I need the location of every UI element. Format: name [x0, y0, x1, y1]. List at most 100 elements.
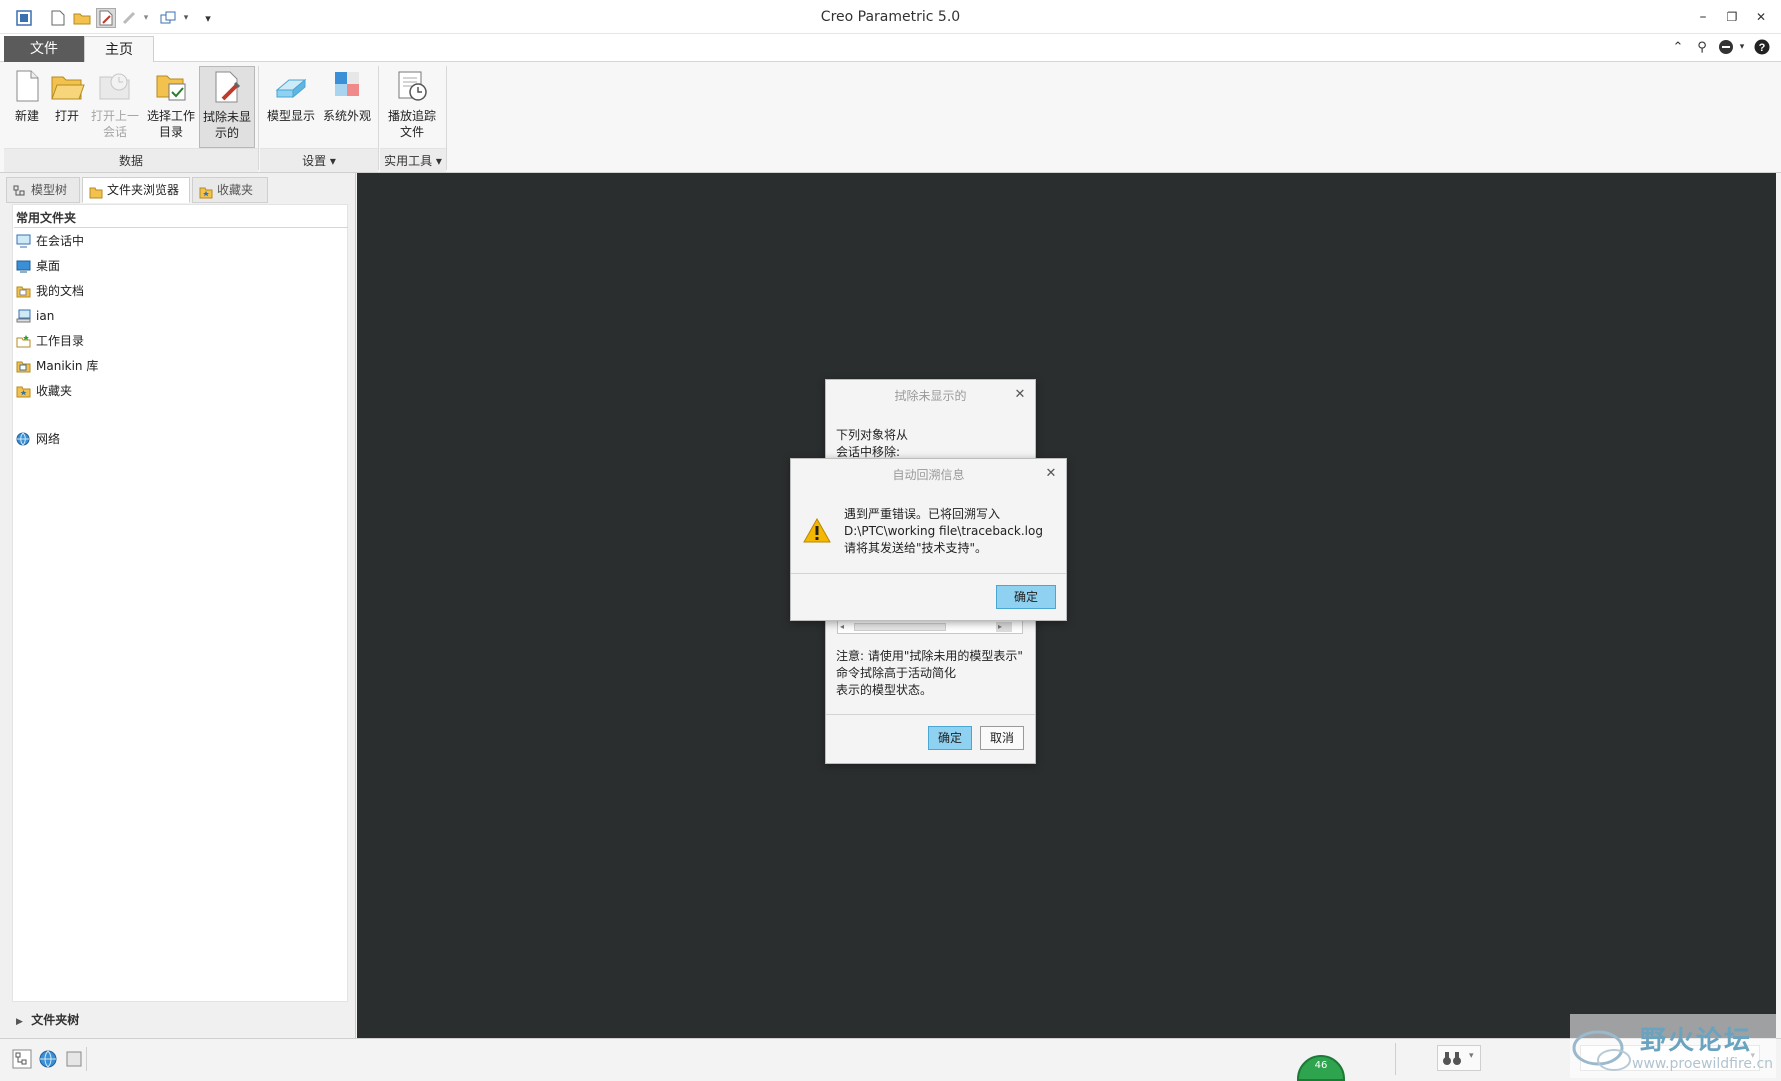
model-display-label: 模型显示 [266, 109, 315, 123]
system-appearance-button[interactable]: 系统外观 [320, 66, 374, 148]
full-screen-toggle-icon[interactable] [64, 1049, 84, 1069]
folder-network[interactable]: 网络 [16, 429, 60, 449]
collapse-ribbon-icon[interactable]: ⌃ [1668, 37, 1688, 57]
performance-counter-badge[interactable]: 46 [1297, 1055, 1345, 1081]
ribbon-tab-row: 文件 主页 [0, 34, 1781, 63]
open-last-session-button[interactable]: 打开上一 会话 [88, 66, 142, 148]
traceback-dialog-title: 自动回溯信息 [892, 468, 965, 482]
divider [1395, 1043, 1396, 1075]
minimize-button[interactable]: – [1690, 6, 1716, 28]
erase-dialog-message-1: 下列对象将从 [836, 428, 909, 442]
group-settings-label[interactable]: 设置 ▾ [260, 148, 378, 172]
navigator-toggle-icon[interactable] [12, 1049, 32, 1069]
ribbon: 新建 打开 打开上一 会话 选择工作 目录 拭除未显 示的 数据 模型显示 系统… [0, 62, 1781, 228]
model-tree-icon [13, 183, 27, 197]
tab-model-tree[interactable]: 模型树 [6, 177, 80, 203]
group-separator [258, 66, 259, 170]
watermark-brand: 野火论坛 [1640, 1026, 1753, 1056]
divider [826, 714, 1035, 715]
folder-ian[interactable]: ian [16, 306, 54, 326]
system-appearance-icon [329, 68, 365, 104]
erase-dialog-title: 拭除未显示的 [894, 389, 967, 403]
watermark-url: www.proewildfire.cn [1632, 1056, 1774, 1072]
community-dropdown-icon[interactable]: ▾ [1732, 37, 1752, 57]
open-last-session-label: 打开上一 会话 [90, 109, 139, 139]
warning-icon [803, 517, 831, 546]
tab-favorites[interactable]: 收藏夹 [192, 177, 268, 203]
divider [14, 227, 348, 228]
computer-icon [16, 309, 31, 323]
playback-trail-icon [394, 68, 430, 104]
model-display-button[interactable]: 模型显示 [264, 66, 318, 148]
traceback-log-path: D:\PTC\working file\traceback.log [844, 524, 1043, 538]
window-title: Creo Parametric 5.0 [820, 9, 961, 25]
search-icon[interactable]: ⚲ [1692, 37, 1712, 57]
group-utilities-label[interactable]: 实用工具 ▾ [380, 148, 446, 172]
erase-dialog-note-3: 表示的模型状态。 [836, 683, 933, 697]
tab-folder-browser[interactable]: 文件夹浏览器 [82, 177, 190, 203]
erase-dialog-note-2: 命令拭除高于活动简化 [836, 666, 957, 680]
folder-in-session[interactable]: 在会话中 [16, 231, 84, 251]
folder-manikin-library[interactable]: Manikin 库 [16, 356, 98, 376]
playback-trail-button[interactable]: 播放追踪 文件 [382, 66, 442, 148]
group-data-label: 数据 [4, 148, 258, 172]
traceback-ok-button[interactable]: 确定 [996, 585, 1056, 609]
folder-tree-toggle[interactable]: ▶ 文件夹树 [16, 1011, 79, 1028]
status-bar: 46 ▾ ▾ [0, 1038, 1781, 1081]
folder-working-directory[interactable]: 工作目录 [16, 331, 84, 351]
documents-icon [16, 284, 31, 298]
playback-trail-label: 播放追踪 文件 [387, 109, 436, 139]
group-separator [446, 66, 447, 170]
erase-icon [209, 69, 245, 105]
folder-browser-pane [12, 204, 348, 1002]
find-button[interactable]: ▾ [1437, 1045, 1481, 1071]
svg-text:?: ? [1759, 42, 1766, 54]
scroll-left-icon[interactable]: ◂ [840, 622, 844, 631]
erase-dialog-close-icon[interactable]: ✕ [1013, 388, 1027, 402]
desktop-icon [16, 259, 31, 273]
working-directory-icon [153, 68, 189, 104]
erase-ok-button[interactable]: 确定 [928, 726, 972, 750]
working-folder-icon [16, 334, 31, 348]
new-button[interactable]: 新建 [8, 66, 46, 148]
help-icon[interactable]: ? [1752, 37, 1772, 57]
folder-favorites[interactable]: 收藏夹 [16, 381, 72, 401]
favorites-icon [199, 183, 213, 199]
open-label: 打开 [54, 109, 79, 123]
tab-home[interactable]: 主页 [84, 36, 154, 63]
divider [86, 1047, 87, 1071]
open-folder-icon [49, 68, 85, 104]
open-button[interactable]: 打开 [48, 66, 86, 148]
select-working-directory-label: 选择工作 目录 [146, 109, 195, 139]
network-icon [16, 432, 31, 446]
erase-not-displayed-button[interactable]: 拭除未显 示的 [199, 66, 255, 148]
traceback-message-1: 遇到严重错误。已将回溯写入 [844, 507, 1001, 521]
tab-file[interactable]: 文件 [4, 36, 84, 62]
erase-not-displayed-label: 拭除未显 示的 [202, 110, 251, 140]
maximize-button[interactable]: ❐ [1719, 6, 1745, 28]
find-dropdown-icon[interactable]: ▾ [1469, 1051, 1474, 1061]
folder-desktop[interactable]: 桌面 [16, 256, 60, 276]
erase-dialog-note-1: 注意: 请使用"拭除未用的模型表示" [836, 649, 1023, 663]
traceback-dialog-close-icon[interactable]: ✕ [1044, 467, 1058, 481]
close-button[interactable]: ✕ [1748, 6, 1774, 28]
scroll-thumb[interactable] [854, 623, 946, 631]
folder-my-documents[interactable]: 我的文档 [16, 281, 84, 301]
session-icon [16, 234, 31, 248]
divider [791, 573, 1066, 574]
scroll-right-icon[interactable]: ▸ [998, 622, 1002, 631]
traceback-message-3: 请将其发送给"技术支持"。 [844, 541, 988, 555]
erase-cancel-button[interactable]: 取消 [980, 726, 1024, 750]
object-list-scrollbar[interactable]: ◂ ▸ [837, 620, 1023, 634]
favorites-folder-icon [16, 384, 31, 398]
folder-browser-icon [89, 183, 103, 199]
new-label: 新建 [14, 109, 39, 123]
open-last-session-icon [97, 68, 133, 104]
select-working-directory-button[interactable]: 选择工作 目录 [144, 66, 198, 148]
navigator-panel: 模型树 文件夹浏览器 收藏夹 常用文件夹 在会话中 桌面 我的文档 ian 工作… [0, 173, 356, 1038]
group-separator [378, 66, 379, 170]
library-icon [16, 359, 31, 373]
binoculars-icon [1443, 1050, 1461, 1069]
browser-toggle-icon[interactable] [38, 1049, 58, 1069]
common-folders-title: 常用文件夹 [16, 211, 77, 225]
